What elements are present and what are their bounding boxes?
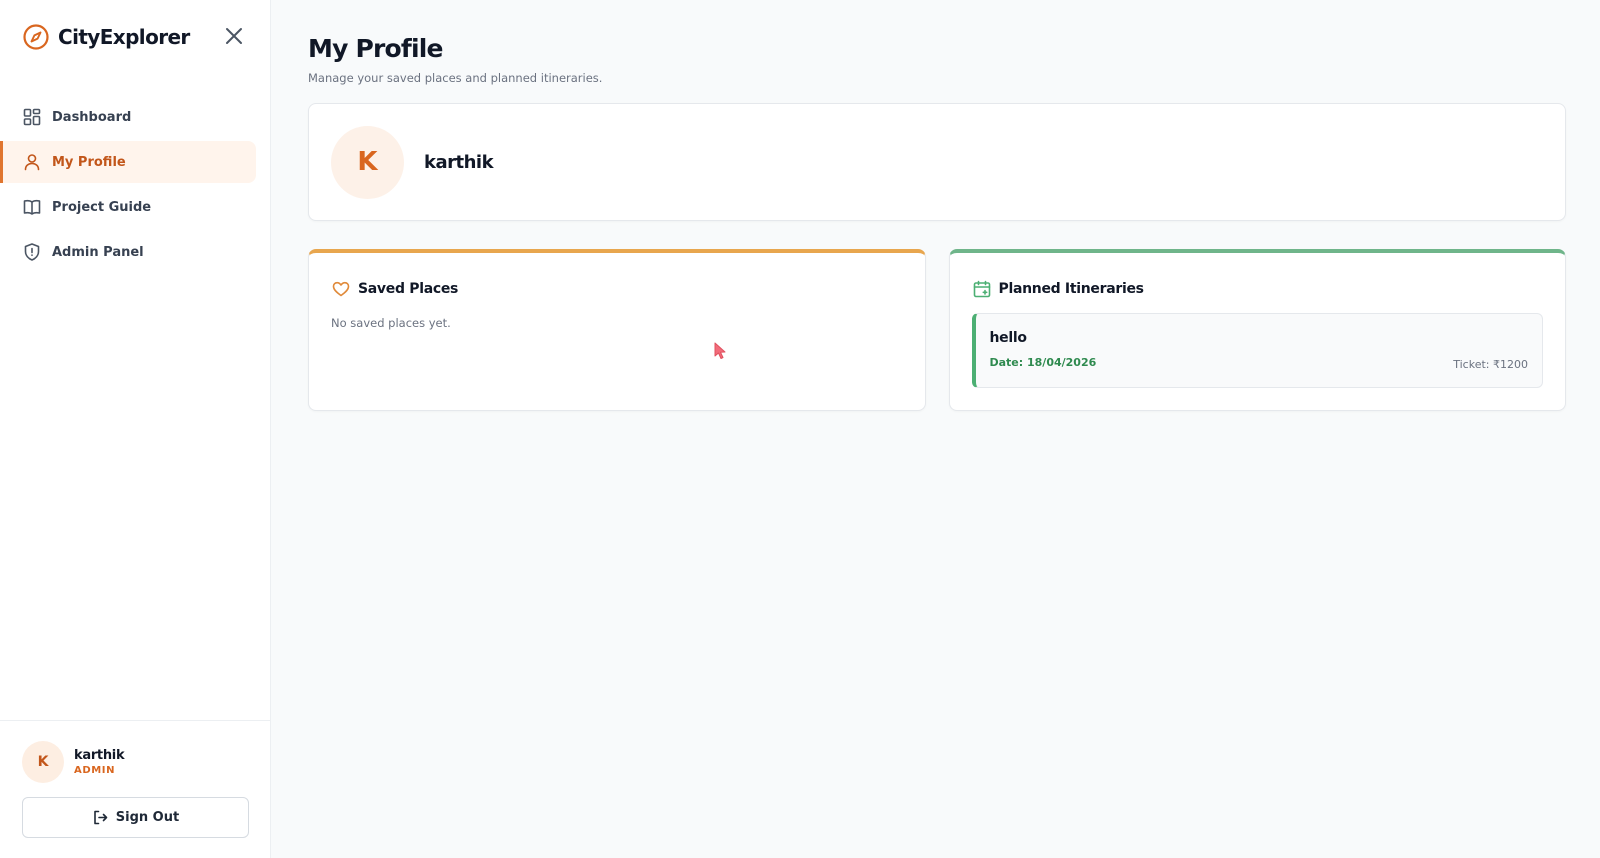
saved-places-title: Saved Places [358,281,459,297]
sidebar-item-project-guide[interactable]: Project Guide [0,186,256,228]
page-title: My Profile [308,34,443,63]
sidebar-footer: K karthik ADMIN Sign Out [0,720,270,858]
logout-icon [92,809,109,826]
sidebar-item-label: My Profile [52,154,126,170]
book-icon [22,197,42,217]
user-meta: karthik ADMIN [74,748,125,776]
user-icon [22,152,42,172]
sidebar-item-dashboard[interactable]: Dashboard [0,96,256,138]
saved-places-header: Saved Places [331,279,903,299]
sidebar: CityExplorer Dashboard My Profile Projec… [0,0,271,858]
sign-out-label: Sign Out [115,810,180,825]
page-subtitle: Manage your saved places and planned iti… [308,71,603,85]
profile-name: karthik [424,151,494,173]
itinerary-name: hello [989,330,1027,346]
avatar: K [22,741,64,783]
itinerary-ticket: Ticket: ₹1200 [1453,358,1528,371]
itinerary-date: Date: 18/04/2026 [989,356,1097,369]
sidebar-item-my-profile[interactable]: My Profile [0,141,256,183]
sign-out-button[interactable]: Sign Out [22,797,249,838]
list-item[interactable]: hello Date: 18/04/2026 Ticket: ₹1200 [971,313,1543,388]
planned-itineraries-panel: Planned Itineraries hello Date: 18/04/20… [948,249,1566,411]
main-content: My Profile Manage your saved places and … [271,0,1600,858]
shield-icon [22,242,42,262]
user-role-badge: ADMIN [74,765,116,776]
profile-panels: Saved Places No saved places yet. Planne… [308,249,1566,411]
compass-icon [22,23,50,51]
itineraries-title: Planned Itineraries [998,281,1144,297]
sidebar-item-admin-panel[interactable]: Admin Panel [0,231,256,273]
sidebar-item-label: Project Guide [52,199,152,215]
sidebar-item-label: Admin Panel [52,244,144,260]
current-user: K karthik ADMIN [22,741,248,783]
user-name: karthik [74,748,125,763]
app-root: CityExplorer Dashboard My Profile Projec… [0,0,1600,858]
profile-card: K karthik [308,103,1566,221]
profile-avatar: K [331,125,404,199]
itineraries-header: Planned Itineraries [972,279,1544,299]
close-icon[interactable] [222,24,246,48]
brand: CityExplorer [0,0,270,74]
heart-icon [331,279,351,299]
sidebar-nav: Dashboard My Profile Project Guide Admin… [0,96,270,276]
brand-name: CityExplorer [58,25,190,49]
calendar-icon [972,279,992,299]
saved-places-empty: No saved places yet. [331,316,451,330]
grid-icon [22,107,42,127]
saved-places-panel: Saved Places No saved places yet. [308,249,926,411]
sidebar-item-label: Dashboard [52,109,132,125]
